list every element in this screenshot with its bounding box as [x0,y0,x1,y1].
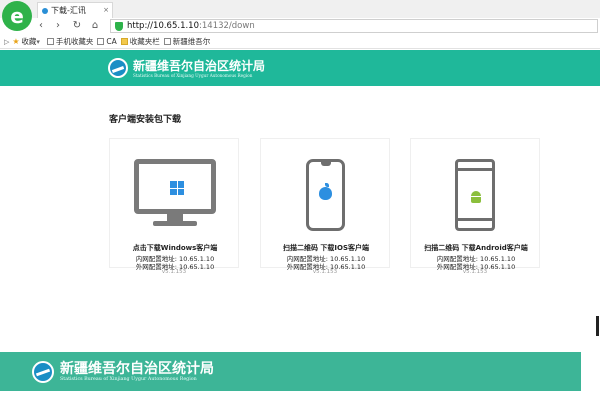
ios-version: v5.1.153 [312,269,338,275]
footer-bureau-logo-icon [32,361,54,383]
scrollbar-thumb[interactable] [596,316,599,336]
bookmark-xinjiang[interactable]: 新疆维吾尔 [163,36,210,47]
browser-logo-icon[interactable]: e [2,1,32,31]
ios-download-label: 扫描二维码 下载IOS客户端 [282,244,370,252]
star-icon: ★ [12,37,20,46]
bookmark-ca[interactable]: CA [97,37,117,46]
bookmark-favorites[interactable]: ★ 收藏 ▾ [12,36,43,47]
footer-org-name-en: Statistics Bureau of Xinjiang Uygur Auto… [60,377,197,382]
home-icon[interactable]: ⌂ [88,19,102,33]
bookmark-folder[interactable]: 收藏夹栏 [120,36,160,47]
address-bar[interactable]: http://10.65.1.10 :14132/down [110,19,598,33]
ios-download-card[interactable]: 扫描二维码 下载IOS客户端 内网配置地址: 10.65.1.10 外网配置地址… [260,138,390,271]
tab-title: 下载-汇讯 [51,6,86,15]
back-icon[interactable]: ‹ [34,19,48,33]
shield-icon [115,21,123,31]
bookmark-mobile[interactable]: 手机收藏夹 [46,36,93,47]
tab-download[interactable]: 下载-汇讯 × [37,2,113,18]
windows-logo-icon [170,181,184,195]
tab-close-icon[interactable]: × [103,6,109,14]
android-phone-icon [455,159,495,231]
tab-favicon-icon [42,7,48,14]
bookmarks-bar: ▷ ★ 收藏 ▾ 手机收藏夹 CA 收藏夹栏 新疆维吾尔 [0,35,600,49]
forward-icon[interactable]: › [51,19,65,33]
page-icon [97,38,105,45]
android-logo-icon [470,191,482,203]
bureau-logo-icon [108,58,128,78]
phone-folder-icon [46,38,54,45]
folder-icon [120,38,128,45]
reload-icon[interactable]: ↻ [70,19,84,33]
footer-org-name: 新疆维吾尔自治区统计局 [60,361,214,377]
url-host: http://10.65.1.10 [127,21,200,31]
header-org-name: 新疆维吾尔自治区统计局 [133,59,266,73]
android-download-card[interactable]: 扫描二维码 下载Android客户端 内网配置地址: 10.65.1.10 外网… [410,138,540,271]
android-version: v5.1.153 [462,269,488,275]
android-download-label: 扫描二维码 下载Android客户端 [424,244,528,252]
chevron-down-icon: ▾ [36,37,40,46]
footer-banner: 新疆维吾尔自治区统计局 Statistics Bureau of Xinjian… [0,352,581,391]
header-banner: 新疆维吾尔自治区统计局 Statistics Bureau of Xinjian… [0,50,600,86]
windows-download-label[interactable]: 点击下载Windows客户端 [110,243,240,253]
section-title: 客户端安装包下载 [109,115,182,125]
url-path: :14132/down [199,21,255,31]
windows-download-card[interactable]: 点击下载Windows客户端 内网配置地址: 10.65.1.10 外网配置地址… [109,138,240,271]
iphone-icon [306,159,345,231]
windows-version: v5.1.153 [161,269,187,275]
bookmarks-toggle-icon[interactable]: ▷ [4,38,9,46]
page-icon [163,38,171,45]
header-org-name-en: Statistics Bureau of Xinjiang Uygur Auto… [133,73,253,78]
